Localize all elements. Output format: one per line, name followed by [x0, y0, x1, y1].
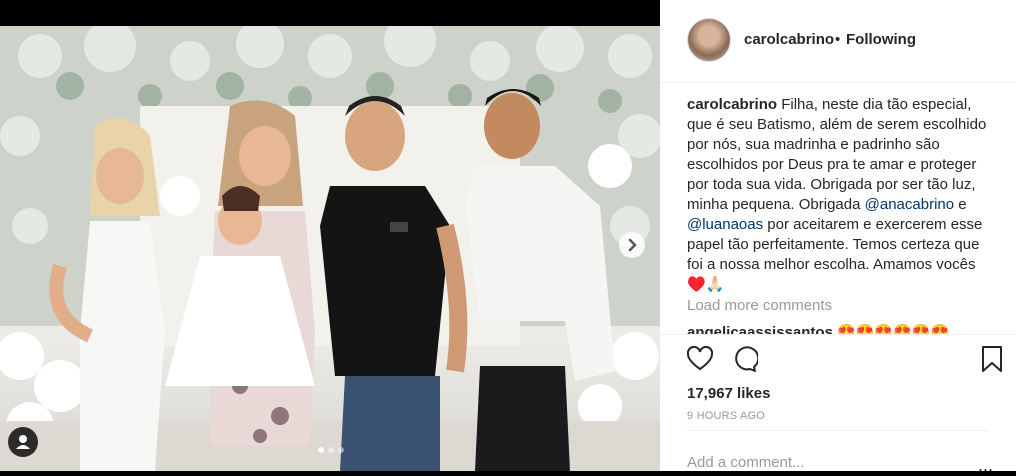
chevron-right-icon: [628, 238, 637, 252]
header-username[interactable]: carolcabrino: [744, 31, 834, 48]
avatar[interactable]: [687, 18, 731, 62]
like-button[interactable]: [686, 345, 714, 373]
carousel-next-button[interactable]: [619, 232, 645, 258]
caption-text: e: [954, 196, 967, 213]
baptism-family-photo: [0, 26, 660, 471]
comment-button[interactable]: [730, 345, 760, 373]
tagged-people-button[interactable]: [8, 427, 38, 457]
post-photo[interactable]: [0, 26, 660, 471]
more-options-button[interactable]: ...: [978, 455, 993, 476]
comment-divider: [687, 430, 989, 431]
post-sidebar: carolcabrino • Following carolcabrino Fi…: [660, 0, 1016, 471]
carousel-dot: [338, 447, 344, 453]
actions-divider: [660, 334, 1016, 336]
header-separator: •: [835, 31, 841, 48]
load-more-comments-button[interactable]: Load more comments: [687, 297, 832, 314]
carousel-dot: [318, 447, 324, 453]
save-button[interactable]: [978, 345, 1006, 373]
post-timestamp[interactable]: 9 HOURS AGO: [687, 410, 765, 422]
carousel-dot: [328, 447, 334, 453]
add-comment-input[interactable]: Add a comment...: [687, 454, 805, 471]
user-tag-icon: [16, 435, 30, 449]
post-header: carolcabrino • Following: [660, 0, 1016, 83]
post-media: [0, 0, 660, 471]
mention-link[interactable]: @luanaoas: [687, 216, 763, 233]
heart-icon: [686, 345, 714, 371]
post-caption: carolcabrino Filha, neste dia tão especi…: [687, 95, 987, 295]
following-button[interactable]: Following: [846, 31, 916, 48]
caption-username[interactable]: carolcabrino: [687, 96, 777, 113]
speech-bubble-icon: [735, 346, 760, 372]
bookmark-icon: [982, 346, 1002, 372]
likes-count[interactable]: 17,967 likes: [687, 385, 770, 402]
carousel-indicator: [316, 440, 346, 458]
mention-link[interactable]: @anacabrino: [865, 196, 954, 213]
